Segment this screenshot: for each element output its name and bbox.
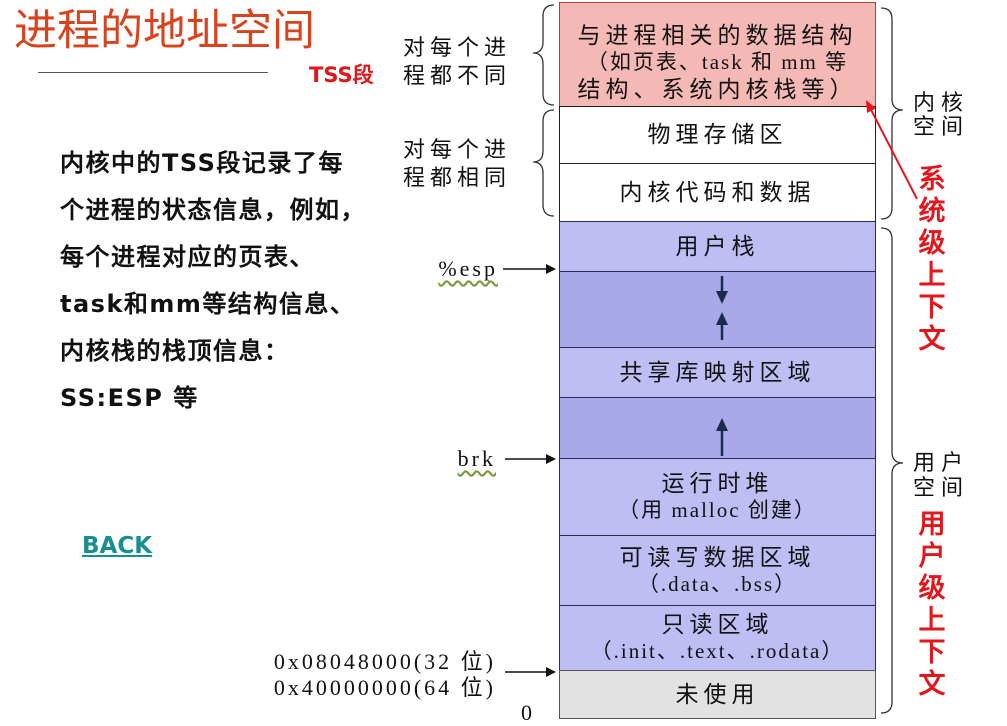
arrow-shaft — [870, 110, 918, 200]
space-label-line: 空间 — [913, 475, 970, 500]
region-process-data-structures: 与进程相关的数据结构 （如页表、task 和 mm 等 结构、系统内核栈等） — [559, 2, 876, 107]
arrow-right-icon — [503, 264, 556, 274]
address-64bit-label: 0x40000000(64 位) — [273, 675, 496, 700]
region-label-line: （.data、.bss） — [637, 571, 798, 596]
kernel-space-label: 内核 空间 — [913, 91, 969, 139]
right-brace-icon — [880, 227, 904, 714]
left-brace-icon — [532, 109, 555, 217]
note-line: 程都相同 — [403, 165, 512, 190]
user-space-label: 用户 空间 — [913, 450, 969, 500]
tss-description: 内核中的TSS段记录了每 个进程的状态信息，例如， 每个进程对应的页表、 tas… — [60, 140, 366, 422]
arrow-right-icon — [505, 667, 556, 677]
region-unused: 未使用 — [559, 670, 876, 719]
region-kernel-code-data: 内核代码和数据 — [559, 163, 876, 222]
note-line: 对每个进 — [403, 137, 512, 162]
description-line: 个进程的状态信息，例如， — [60, 196, 366, 224]
note-per-process-different: 对每个进 程都不同 — [403, 34, 511, 90]
space-label-line: 空间 — [913, 114, 970, 139]
address-32bit-label: 0x08048000(32 位) — [273, 649, 496, 674]
region-label-line: （如页表、task 和 mm 等 — [586, 50, 849, 74]
region-label-line: （用 malloc 创建） — [618, 498, 817, 522]
arrow-head — [546, 264, 556, 274]
space-label-line: 用户 — [913, 450, 970, 475]
esp-label: %esp — [438, 256, 498, 281]
address-space-diagram: 与进程相关的数据结构 （如页表、task 和 mm 等 结构、系统内核栈等） 物… — [559, 0, 876, 720]
page-title: 进程的地址空间 — [14, 6, 315, 56]
arrow-head — [546, 454, 556, 464]
user-context-label: 用户级上下文 — [918, 509, 946, 700]
region-label-line: 未使用 — [675, 681, 760, 707]
region-label-line: 结构、系统内核栈等） — [577, 77, 858, 102]
description-line: 内核中的TSS段记录了每 — [60, 149, 344, 177]
region-label-line: 运行时堆 — [661, 471, 774, 496]
region-shared-libraries: 共享库映射区域 — [559, 347, 876, 398]
note-line: 对每个进 — [403, 35, 512, 60]
region-label-line: 内核代码和数据 — [619, 179, 816, 205]
system-context-label: 系统级上下文 — [918, 164, 946, 355]
description-line: task和mm等结构信息、 — [60, 290, 356, 318]
note-line: 程都不同 — [403, 63, 512, 88]
region-user-stack: 用户栈 — [559, 221, 876, 272]
note-per-process-same: 对每个进 程都相同 — [403, 136, 511, 192]
region-label-line: （.init、.text、.rodata） — [590, 639, 845, 663]
arrow-head — [546, 667, 556, 677]
brk-label: brk — [457, 446, 496, 471]
region-physical-memory: 物理存储区 — [559, 106, 876, 164]
arrow-right-icon — [505, 454, 556, 464]
tss-segment-label: TSS段 — [309, 63, 374, 87]
region-label-line: 共享库映射区域 — [619, 359, 816, 385]
region-label-line: 与进程相关的数据结构 — [577, 23, 858, 48]
address-zero-label: 0 — [521, 700, 532, 725]
space-label-line: 内核 — [913, 90, 970, 115]
description-line: 内核栈的栈顶信息： — [60, 337, 290, 365]
title-divider — [38, 72, 268, 73]
region-label-line: 只读区域 — [661, 612, 774, 637]
back-link[interactable]: BACK — [82, 531, 152, 561]
region-label-line: 物理存储区 — [647, 122, 788, 147]
region-readonly: 只读区域 （.init、.text、.rodata） — [559, 605, 876, 671]
region-rw-data: 可读写数据区域 （.data、.bss） — [559, 535, 876, 606]
region-stack-mmap-gap — [559, 271, 876, 348]
region-heap-gap — [559, 397, 876, 459]
right-brace-icon — [880, 7, 904, 220]
description-line: SS:ESP 等 — [60, 384, 199, 412]
region-label-line: 可读写数据区域 — [619, 544, 816, 570]
left-brace-icon — [532, 4, 555, 106]
description-line: 每个进程对应的页表、 — [60, 243, 315, 271]
region-label-line: 用户栈 — [675, 233, 760, 259]
region-runtime-heap: 运行时堆 （用 malloc 创建） — [559, 458, 876, 536]
